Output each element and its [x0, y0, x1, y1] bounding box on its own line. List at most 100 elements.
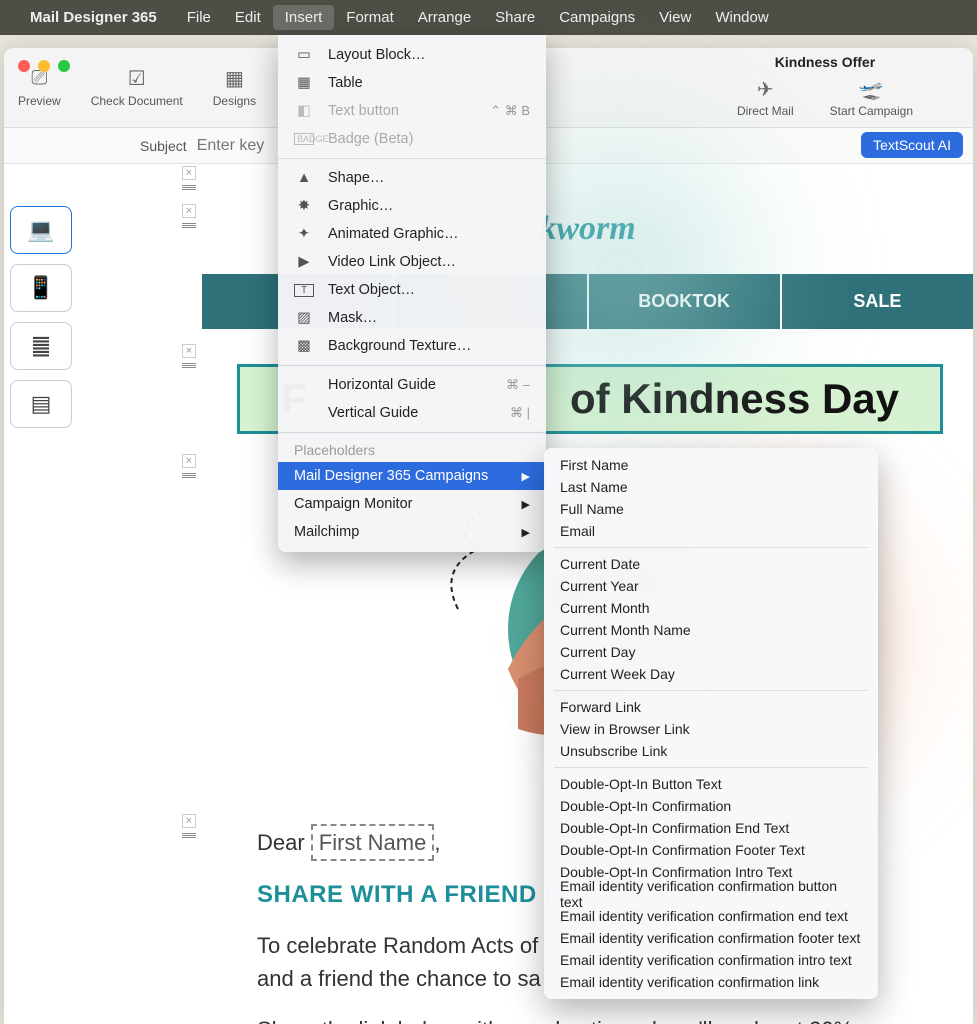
- paper-plane-icon: ✈︎: [752, 78, 778, 100]
- insert-mailchimp[interactable]: Mailchimp▶: [278, 518, 546, 546]
- text-page-icon: ䷀: [31, 333, 51, 359]
- preview-button[interactable]: ⎚ Preview: [18, 68, 61, 108]
- insert-text-object[interactable]: TText Object…: [278, 276, 546, 304]
- shape-icon: ▲: [294, 170, 314, 186]
- fullscreen-window-button[interactable]: [58, 60, 70, 72]
- submenu-current-week-day[interactable]: Current Week Day: [544, 663, 878, 685]
- submenu-doi-confirmation[interactable]: Double-Opt-In Confirmation: [544, 795, 878, 817]
- shortcut: ⌘ –: [506, 377, 530, 393]
- submenu-current-month[interactable]: Current Month: [544, 597, 878, 619]
- close-window-button[interactable]: [18, 60, 30, 72]
- placeholders-header: Placeholders: [278, 438, 546, 462]
- menu-arrange[interactable]: Arrange: [406, 5, 483, 30]
- close-block-icon[interactable]: ×: [182, 204, 196, 218]
- device-layout-button[interactable]: ▤: [10, 380, 72, 428]
- submenu-unsubscribe-link[interactable]: Unsubscribe Link: [544, 740, 878, 762]
- device-text-button[interactable]: ䷀: [10, 322, 72, 370]
- insert-table[interactable]: ▦Table: [278, 69, 546, 97]
- preview-label: Preview: [18, 94, 61, 108]
- layout-icon: ▤: [31, 391, 52, 417]
- insert-video-link[interactable]: ▶Video Link Object…: [278, 248, 546, 276]
- menu-share[interactable]: Share: [483, 5, 547, 30]
- submenu-doi-end-text[interactable]: Double-Opt-In Confirmation End Text: [544, 817, 878, 839]
- insert-md365-campaigns[interactable]: Mail Designer 365 Campaigns▶: [278, 462, 546, 490]
- menu-insert[interactable]: Insert: [273, 5, 335, 30]
- submenu-eiv-footer-text[interactable]: Email identity verification confirmation…: [544, 927, 878, 949]
- menu-edit[interactable]: Edit: [223, 5, 273, 30]
- md365-submenu: First Name Last Name Full Name Email Cur…: [544, 448, 878, 999]
- headline-suffix: of Kindness Day: [570, 375, 899, 422]
- textscout-ai-button[interactable]: TextScout AI: [861, 132, 963, 158]
- insert-animated-graphic[interactable]: ✦Animated Graphic…: [278, 220, 546, 248]
- direct-mail-button[interactable]: ✈︎ Direct Mail: [737, 78, 794, 118]
- submenu-current-date[interactable]: Current Date: [544, 553, 878, 575]
- insert-badge: BADGEBadge (Beta): [278, 125, 546, 153]
- app-name[interactable]: Mail Designer 365: [30, 9, 157, 26]
- kindness-offer-title: Kindness Offer: [775, 54, 875, 70]
- submenu-full-name[interactable]: Full Name: [544, 498, 878, 520]
- drag-handle-icon[interactable]: [182, 220, 196, 230]
- submenu-doi-button-text[interactable]: Double-Opt-In Button Text: [544, 773, 878, 795]
- designs-icon: ▦: [221, 68, 247, 90]
- texture-icon: ▩: [294, 338, 314, 354]
- layout-block-icon: ▭: [294, 47, 314, 63]
- insert-dropdown: ▭Layout Block… ▦Table ◧Text button⌃ ⌘ B …: [278, 35, 546, 552]
- phone-icon: 📱: [27, 275, 54, 301]
- submenu-forward-link[interactable]: Forward Link: [544, 696, 878, 718]
- submenu-current-day[interactable]: Current Day: [544, 641, 878, 663]
- insert-shape[interactable]: ▲Shape…: [278, 164, 546, 192]
- chevron-right-icon: ▶: [522, 526, 530, 539]
- badge-icon: BADGE: [294, 133, 314, 145]
- submenu-current-month-name[interactable]: Current Month Name: [544, 619, 878, 641]
- submenu-eiv-button-text[interactable]: Email identity verification confirmation…: [544, 883, 878, 905]
- greeting-post: ,: [434, 830, 440, 855]
- drag-handle-icon[interactable]: [182, 470, 196, 480]
- submenu-doi-footer-text[interactable]: Double-Opt-In Confirmation Footer Text: [544, 839, 878, 861]
- submenu-view-in-browser[interactable]: View in Browser Link: [544, 718, 878, 740]
- device-sidebar: 💻 📱 ䷀ ▤: [10, 206, 72, 428]
- submenu-eiv-end-text[interactable]: Email identity verification confirmation…: [544, 905, 878, 927]
- check-document-button[interactable]: ☑︎ Check Document: [91, 68, 183, 108]
- drag-handle-icon[interactable]: [182, 830, 196, 840]
- nav-cell-sale[interactable]: SALE: [782, 274, 973, 329]
- menu-format[interactable]: Format: [334, 5, 406, 30]
- menu-view[interactable]: View: [647, 5, 703, 30]
- submenu-first-name[interactable]: First Name: [544, 454, 878, 476]
- subject-label: Subject: [140, 138, 187, 154]
- minimize-window-button[interactable]: [38, 60, 50, 72]
- insert-bg-texture[interactable]: ▩Background Texture…: [278, 332, 546, 360]
- close-block-icon[interactable]: ×: [182, 814, 196, 828]
- device-mobile-button[interactable]: 📱: [10, 264, 72, 312]
- close-block-icon[interactable]: ×: [182, 344, 196, 358]
- first-name-placeholder[interactable]: First Name: [311, 824, 435, 861]
- start-campaign-button[interactable]: 🛫 Start Campaign: [830, 78, 913, 118]
- insert-layout-block[interactable]: ▭Layout Block…: [278, 41, 546, 69]
- designs-button[interactable]: ▦ Designs: [213, 68, 256, 108]
- check-icon: ☑︎: [124, 68, 150, 90]
- submenu-eiv-link[interactable]: Email identity verification confirmation…: [544, 971, 878, 993]
- insert-graphic[interactable]: ✸Graphic…: [278, 192, 546, 220]
- menu-file[interactable]: File: [175, 5, 223, 30]
- menu-window[interactable]: Window: [703, 5, 780, 30]
- text-object-icon: T: [294, 284, 314, 297]
- insert-vertical-guide[interactable]: Vertical Guide⌘ |: [278, 399, 546, 427]
- table-icon: ▦: [294, 75, 314, 91]
- mask-icon: ▨: [294, 310, 314, 326]
- submenu-email[interactable]: Email: [544, 520, 878, 542]
- chevron-right-icon: ▶: [522, 470, 530, 483]
- device-desktop-button[interactable]: 💻: [10, 206, 72, 254]
- submenu-current-year[interactable]: Current Year: [544, 575, 878, 597]
- insert-text-button: ◧Text button⌃ ⌘ B: [278, 97, 546, 125]
- drag-handle-icon[interactable]: [182, 360, 196, 370]
- menu-campaigns[interactable]: Campaigns: [547, 5, 647, 30]
- submenu-last-name[interactable]: Last Name: [544, 476, 878, 498]
- close-block-icon[interactable]: ×: [182, 166, 196, 180]
- nav-cell-booktok[interactable]: BOOKTOK: [589, 274, 782, 329]
- drag-handle-icon[interactable]: [182, 182, 196, 192]
- shortcut: ⌃ ⌘ B: [490, 103, 530, 119]
- insert-mask[interactable]: ▨Mask…: [278, 304, 546, 332]
- submenu-eiv-intro-text[interactable]: Email identity verification confirmation…: [544, 949, 878, 971]
- close-block-icon[interactable]: ×: [182, 454, 196, 468]
- insert-horizontal-guide[interactable]: Horizontal Guide⌘ –: [278, 371, 546, 399]
- insert-campaign-monitor[interactable]: Campaign Monitor▶: [278, 490, 546, 518]
